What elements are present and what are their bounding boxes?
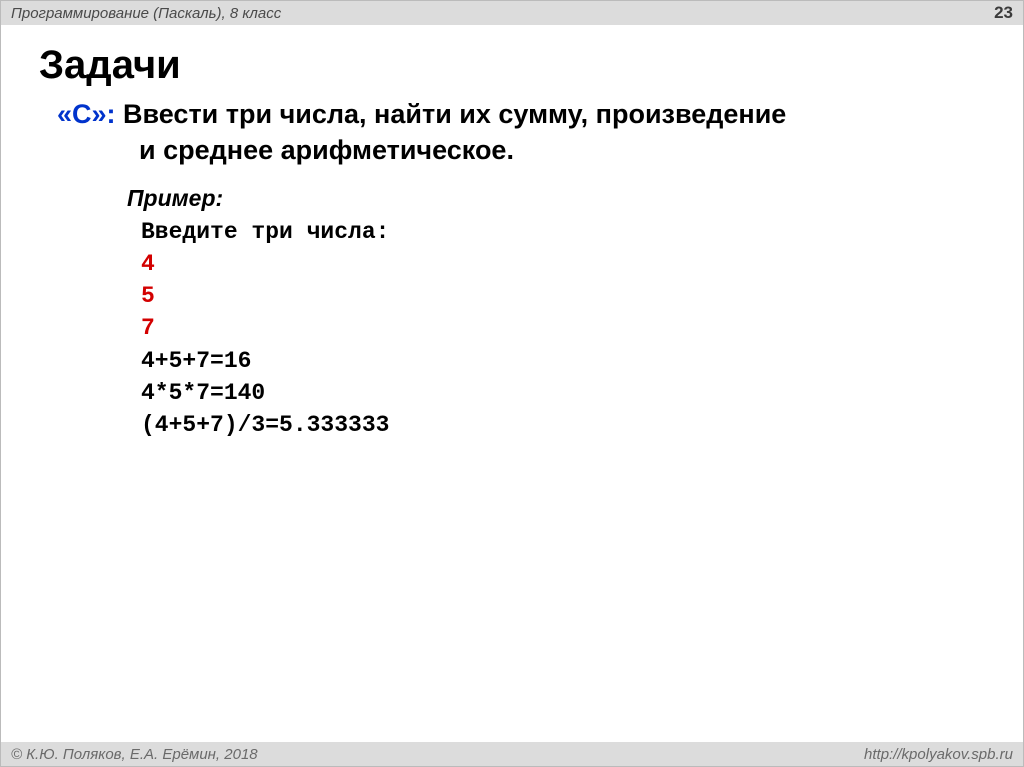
task-text: «С»: Ввести три числа, найти их сумму, п…	[57, 96, 993, 169]
slide: Программирование (Паскаль), 8 класс 23 З…	[0, 0, 1024, 767]
example-label: Пример:	[127, 185, 993, 212]
task-line1: Ввести три числа, найти их сумму, произв…	[116, 99, 787, 129]
content-area: «С»: Ввести три числа, найти их сумму, п…	[57, 96, 993, 441]
task-line2: и среднее арифметическое.	[57, 132, 514, 168]
page-number: 23	[994, 3, 1013, 23]
header-bar: Программирование (Паскаль), 8 класс 23	[1, 1, 1023, 25]
copyright: © К.Ю. Поляков, Е.А. Ерёмин, 2018	[11, 746, 258, 763]
slide-title: Задачи	[39, 43, 1023, 88]
code-sum: 4+5+7=16	[141, 348, 251, 374]
course-title: Программирование (Паскаль), 8 класс	[11, 5, 281, 22]
code-prompt: Введите три числа:	[141, 219, 389, 245]
footer-url: http://kpolyakov.spb.ru	[864, 746, 1013, 763]
code-input-2: 5	[141, 283, 155, 309]
footer-bar: © К.Ю. Поляков, Е.А. Ерёмин, 2018 http:/…	[1, 742, 1023, 766]
example-code: Введите три числа: 4 5 7 4+5+7=16 4*5*7=…	[141, 216, 993, 441]
task-label: «С»:	[57, 99, 116, 129]
code-input-3: 7	[141, 315, 155, 341]
code-avg: (4+5+7)/3=5.333333	[141, 412, 389, 438]
code-prod: 4*5*7=140	[141, 380, 265, 406]
code-input-1: 4	[141, 251, 155, 277]
